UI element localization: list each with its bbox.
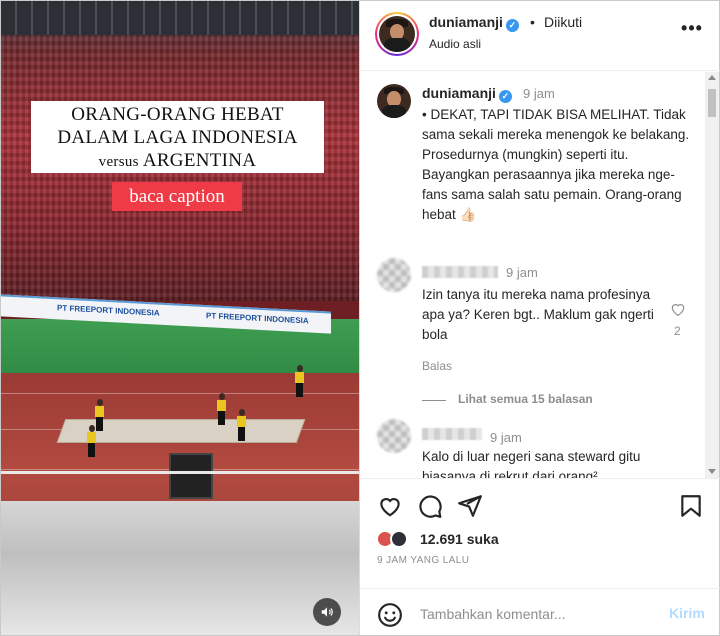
speaker-icon	[321, 607, 333, 617]
comment-input[interactable]	[420, 602, 650, 626]
steward-figure	[295, 365, 304, 397]
ad-board-text: PT FREEPORT INDONESIA	[57, 303, 160, 318]
post-actions: 12.691 suka 9 JAM YANG LALU	[360, 478, 720, 588]
view-replies-label: Lihat semua 15 balasan	[458, 392, 593, 406]
header-username[interactable]: duniamanji ✓	[429, 14, 519, 32]
comments-scrollbar[interactable]	[705, 72, 719, 478]
steward-figure	[95, 399, 104, 431]
caption-text: • DEKAT, TAPI TIDAK BISA MELIHAT. Tidak …	[422, 107, 690, 222]
comment-timestamp: 9 jam	[490, 430, 522, 445]
reply-button[interactable]: Balas	[422, 359, 452, 373]
concrete-stand	[1, 501, 359, 635]
post-timestamp[interactable]: 9 JAM YANG LALU	[377, 555, 469, 566]
follow-status-button[interactable]: Diikuti	[544, 14, 582, 30]
more-options-button[interactable]: •••	[678, 18, 706, 41]
commenter-avatar[interactable]	[377, 419, 411, 453]
comments-list: duniamanji ✓ 9 jam • DEKAT, TAPI TIDAK BI…	[360, 72, 720, 478]
bookmark-icon[interactable]	[678, 493, 704, 519]
overlay-line: versus ARGENTINA	[98, 150, 257, 171]
post-side-panel: duniamanji ✓ • Diikuti Audio asli ••• dun…	[359, 1, 720, 635]
send-icon[interactable]	[457, 493, 483, 519]
avatar[interactable]	[377, 84, 411, 118]
stadium-roof	[1, 1, 359, 35]
comment-timestamp: 9 jam	[506, 265, 538, 280]
scroll-down-arrow-icon[interactable]	[708, 469, 716, 474]
overlay-line: ORANG-ORANG HEBAT	[71, 104, 284, 125]
comment-icon[interactable]	[417, 493, 443, 519]
audio-link[interactable]: Audio asli	[429, 37, 481, 51]
more-icon: •••	[681, 18, 703, 38]
emoji-icon[interactable]	[377, 602, 403, 628]
scroll-thumb[interactable]	[708, 89, 716, 117]
scroll-up-arrow-icon[interactable]	[708, 75, 716, 80]
liker-avatars[interactable]	[376, 530, 416, 550]
separator-dot: •	[530, 14, 535, 30]
video-title-overlay: ORANG-ORANG HEBAT DALAM LAGA INDONESIA v…	[31, 101, 324, 173]
likes-count[interactable]: 12.691 suka	[420, 531, 499, 547]
caption-timestamp: 9 jam	[523, 86, 555, 101]
send-comment-button[interactable]: Kirim	[669, 605, 705, 621]
steward-figure	[217, 393, 226, 425]
heart-icon[interactable]	[669, 300, 687, 318]
comment-composer: Kirim	[360, 588, 720, 635]
ad-board-text: PT FREEPORT INDONESIA	[206, 311, 309, 326]
caption-username[interactable]: duniamanji ✓	[422, 85, 512, 103]
story-ring[interactable]	[375, 12, 419, 56]
track-lane-line	[1, 393, 359, 394]
avatar	[390, 530, 408, 548]
commenter-username-blurred[interactable]	[422, 266, 498, 278]
commenter-avatar[interactable]	[377, 258, 411, 292]
post-video[interactable]: PT FREEPORT INDONESIA PT FREEPORT INDONE…	[1, 1, 359, 635]
verified-badge-icon: ✓	[505, 19, 519, 32]
comment-like-count: 2	[674, 324, 681, 338]
avatar	[379, 16, 415, 52]
steward-figure	[237, 409, 246, 441]
heart-icon[interactable]	[377, 493, 403, 519]
comment-text: Kalo di luar negeri sana steward gitu bi…	[422, 449, 641, 478]
steward-figure	[87, 425, 96, 457]
verified-badge-icon: ✓	[498, 90, 512, 103]
overlay-line: DALAM LAGA INDONESIA	[57, 127, 298, 148]
comment-text: Izin tanya itu mereka nama profesinya ap…	[422, 287, 654, 342]
commenter-username-blurred[interactable]	[422, 428, 482, 440]
mute-button[interactable]	[313, 598, 341, 626]
post-header: duniamanji ✓ • Diikuti Audio asli •••	[360, 1, 720, 71]
replies-divider	[422, 400, 446, 401]
view-replies-button[interactable]: Lihat semua 15 balasan	[422, 391, 682, 409]
read-caption-tag: baca caption	[112, 182, 242, 211]
